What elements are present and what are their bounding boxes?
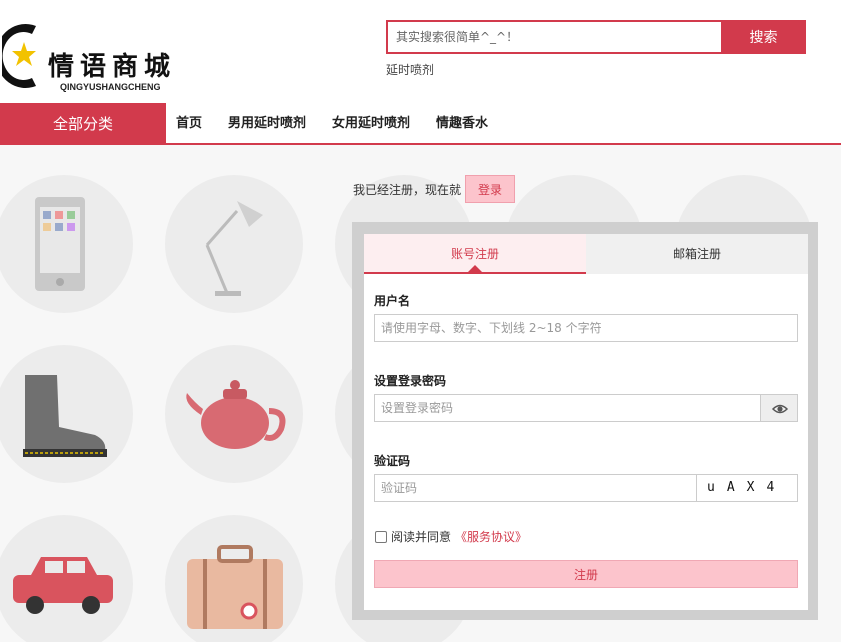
logo-c-icon bbox=[2, 20, 42, 92]
nav-item-perfume[interactable]: 情趣香水 bbox=[436, 103, 488, 145]
service-agreement-link[interactable]: 《服务协议》 bbox=[455, 528, 527, 545]
captcha-input[interactable] bbox=[374, 474, 697, 502]
search-bar: 搜索 bbox=[386, 20, 806, 54]
bg-circle bbox=[165, 345, 303, 483]
nav-item-home[interactable]: 首页 bbox=[176, 103, 202, 145]
tab-label: 邮箱注册 bbox=[673, 247, 721, 261]
already-registered-text: 我已经注册，现在就 bbox=[353, 181, 461, 198]
tab-label: 账号注册 bbox=[451, 247, 499, 261]
suitcase-icon bbox=[165, 515, 303, 642]
password-label: 设置登录密码 bbox=[374, 372, 446, 389]
eye-icon bbox=[761, 395, 799, 423]
agree-row: 阅读并同意 《服务协议》 bbox=[375, 528, 527, 545]
agree-checkbox[interactable] bbox=[375, 531, 387, 543]
register-panel: 账号注册 邮箱注册 用户名 设置登录密码 验证码 uAX4 阅读并同意 《服务协… bbox=[364, 234, 808, 610]
show-password-button[interactable] bbox=[760, 394, 798, 422]
search-input[interactable] bbox=[386, 20, 721, 54]
hot-search-link[interactable]: 延时喷剂 bbox=[386, 61, 434, 78]
bg-circle bbox=[0, 345, 133, 483]
bg-circle bbox=[165, 175, 303, 313]
password-input[interactable] bbox=[374, 394, 761, 422]
search-button[interactable]: 搜索 bbox=[721, 20, 806, 54]
logo-subtitle: QINGYUSHANGCHENG bbox=[60, 82, 161, 92]
username-input[interactable] bbox=[374, 314, 798, 342]
nav-item-female-spray[interactable]: 女用延时喷剂 bbox=[332, 103, 410, 145]
lamp-icon bbox=[165, 175, 303, 313]
boot-icon bbox=[0, 345, 133, 483]
all-categories-button[interactable]: 全部分类 bbox=[0, 103, 166, 145]
nav-item-male-spray[interactable]: 男用延时喷剂 bbox=[228, 103, 306, 145]
username-label: 用户名 bbox=[374, 292, 410, 309]
tab-email-register[interactable]: 邮箱注册 bbox=[586, 234, 808, 274]
bg-circle bbox=[0, 515, 133, 642]
phone-icon bbox=[0, 175, 133, 313]
captcha-image[interactable]: uAX4 bbox=[696, 474, 798, 502]
tab-account-register[interactable]: 账号注册 bbox=[364, 234, 586, 274]
register-tabs: 账号注册 邮箱注册 bbox=[364, 234, 808, 274]
login-button[interactable]: 登录 bbox=[465, 175, 515, 203]
teapot-icon bbox=[165, 345, 303, 483]
bg-circle bbox=[165, 515, 303, 642]
logo-name: 情语商城 bbox=[48, 46, 176, 83]
register-submit-button[interactable]: 注册 bbox=[374, 560, 798, 588]
main-nav: 全部分类 首页 男用延时喷剂 女用延时喷剂 情趣香水 bbox=[0, 103, 841, 145]
car-icon bbox=[0, 515, 133, 642]
captcha-label: 验证码 bbox=[374, 452, 410, 469]
agree-text: 阅读并同意 bbox=[391, 528, 451, 545]
site-logo[interactable]: 情语商城 QINGYUSHANGCHENG bbox=[0, 18, 200, 96]
tab-indicator-icon bbox=[468, 265, 482, 272]
nav-items: 首页 男用延时喷剂 女用延时喷剂 情趣香水 bbox=[176, 103, 488, 145]
bg-circle bbox=[0, 175, 133, 313]
